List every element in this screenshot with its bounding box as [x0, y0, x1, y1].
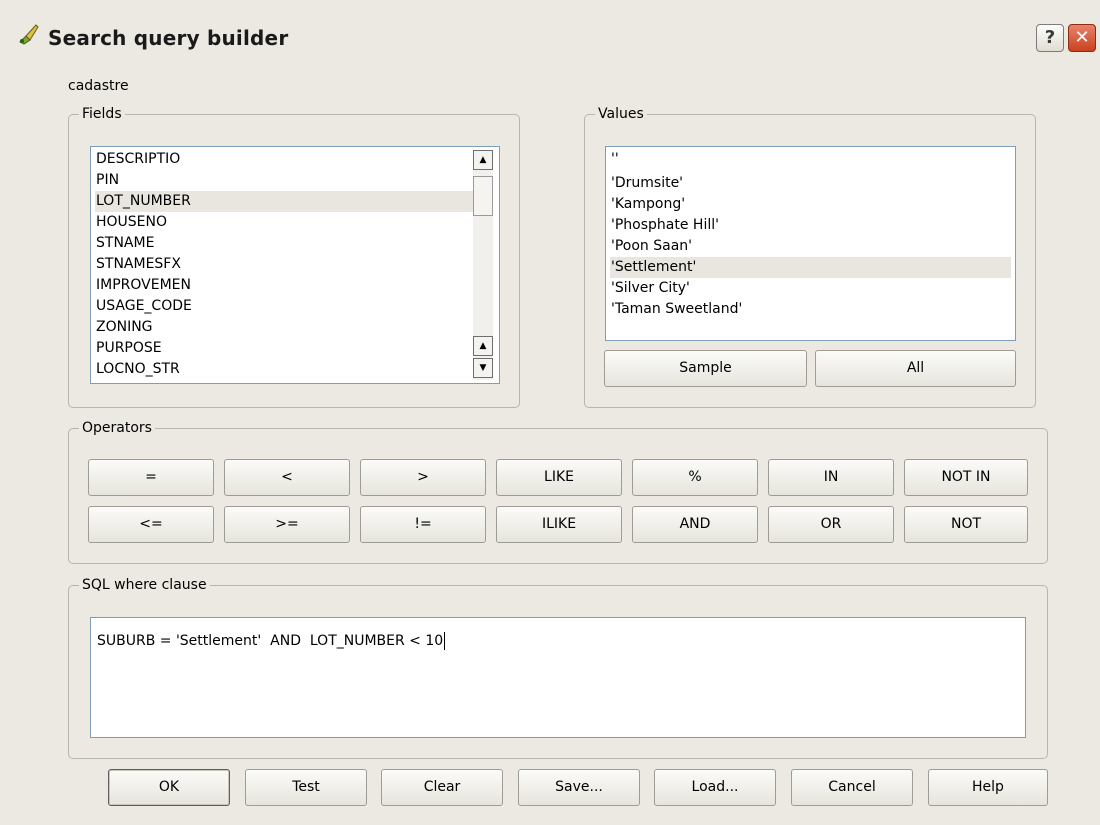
op-or-button[interactable]: OR [768, 506, 894, 543]
scrollbar-thumb[interactable] [473, 176, 493, 216]
operators-legend: Operators [79, 419, 155, 437]
query-builder-dialog: Search query builder ? ✕ cadastre Fields… [0, 0, 1100, 825]
sql-where-input[interactable]: SUBURB = 'Settlement' AND LOT_NUMBER < 1… [90, 617, 1026, 738]
title-bar: Search query builder ? ✕ [0, 0, 1100, 60]
list-item[interactable]: STNAMESFX [95, 254, 495, 275]
sample-button[interactable]: Sample [604, 350, 807, 387]
save-button[interactable]: Save... [518, 769, 640, 806]
list-item[interactable]: HOUSENO [95, 212, 495, 233]
values-list[interactable]: '' 'Drumsite' 'Kampong' 'Phosphate Hill'… [605, 146, 1016, 341]
list-item[interactable]: 'Taman Sweetland' [610, 299, 1011, 320]
fields-scrollbar[interactable]: ▲ ▲ ▼ [473, 150, 493, 380]
list-item[interactable]: DESCRIPTIO [95, 149, 495, 170]
close-icon[interactable]: ✕ [1068, 24, 1096, 52]
test-button[interactable]: Test [245, 769, 367, 806]
list-item[interactable]: PIN [95, 170, 495, 191]
up-arrow-icon[interactable]: ▲ [473, 336, 493, 356]
pencil-brush-icon [16, 22, 40, 50]
list-item[interactable]: ZONING [95, 317, 495, 338]
sql-legend: SQL where clause [79, 576, 210, 594]
fields-legend: Fields [79, 105, 125, 123]
sql-text-value: SUBURB = 'Settlement' AND LOT_NUMBER < 1… [97, 633, 444, 649]
op-and-button[interactable]: AND [632, 506, 758, 543]
list-item[interactable]: PURPOSE [95, 338, 495, 359]
question-icon[interactable]: ? [1036, 24, 1064, 52]
list-item[interactable]: 'Silver City' [610, 278, 1011, 299]
list-item[interactable]: STNAME [95, 233, 495, 254]
list-item[interactable]: '' [610, 149, 1011, 170]
op-like-button[interactable]: LIKE [496, 459, 622, 496]
layer-name: cadastre [68, 78, 129, 94]
op-less-than-button[interactable]: < [224, 459, 350, 496]
list-item-selected[interactable]: LOT_NUMBER [95, 191, 474, 212]
op-not-in-button[interactable]: NOT IN [904, 459, 1028, 496]
cancel-button[interactable]: Cancel [791, 769, 913, 806]
op-less-equal-button[interactable]: <= [88, 506, 214, 543]
op-greater-than-button[interactable]: > [360, 459, 486, 496]
text-caret [444, 632, 446, 650]
fields-list[interactable]: DESCRIPTIO PIN LOT_NUMBER HOUSENO STNAME… [90, 146, 500, 384]
clear-button[interactable]: Clear [381, 769, 503, 806]
op-not-equal-button[interactable]: != [360, 506, 486, 543]
list-item[interactable]: 'Phosphate Hill' [610, 215, 1011, 236]
op-greater-equal-button[interactable]: >= [224, 506, 350, 543]
sql-text: SUBURB = 'Settlement' AND LOT_NUMBER < 1… [97, 632, 446, 650]
op-in-button[interactable]: IN [768, 459, 894, 496]
op-not-button[interactable]: NOT [904, 506, 1028, 543]
values-legend: Values [595, 105, 647, 123]
list-item[interactable]: 'Poon Saan' [610, 236, 1011, 257]
window-title: Search query builder [48, 26, 289, 50]
op-ilike-button[interactable]: ILIKE [496, 506, 622, 543]
load-button[interactable]: Load... [654, 769, 776, 806]
all-button[interactable]: All [815, 350, 1016, 387]
list-item[interactable]: 'Drumsite' [610, 173, 1011, 194]
list-item[interactable]: IMPROVEMEN [95, 275, 495, 296]
list-item[interactable]: USAGE_CODE [95, 296, 495, 317]
op-equals-button[interactable]: = [88, 459, 214, 496]
help-button[interactable]: Help [928, 769, 1048, 806]
ok-button[interactable]: OK [108, 769, 230, 806]
list-item[interactable]: 'Kampong' [610, 194, 1011, 215]
down-arrow-icon[interactable]: ▼ [473, 358, 493, 378]
list-item-selected[interactable]: 'Settlement' [610, 257, 1011, 278]
operators-group: Operators [68, 419, 1048, 564]
op-percent-button[interactable]: % [632, 459, 758, 496]
up-arrow-icon[interactable]: ▲ [473, 150, 493, 170]
list-item[interactable]: LOCNO_STR [95, 359, 495, 380]
